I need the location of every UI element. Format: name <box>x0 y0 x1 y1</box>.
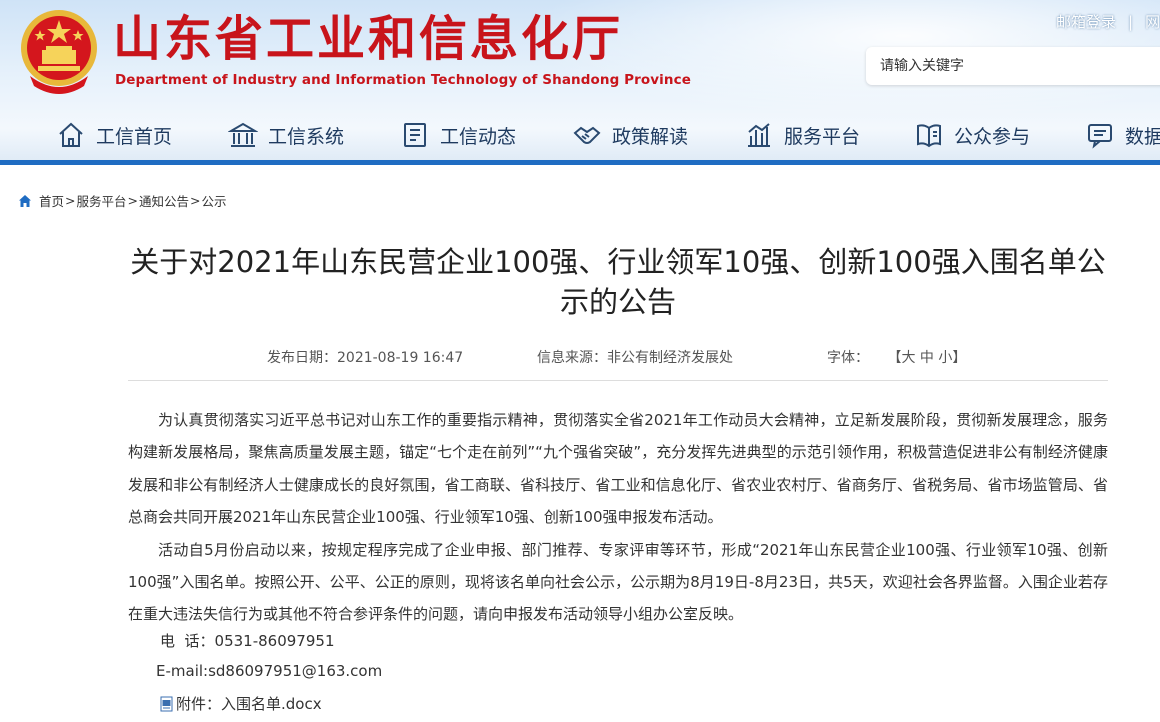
breadcrumb: 首页 > 服务平台 > 通知公告 > 公示 <box>18 191 227 210</box>
nav-item-public[interactable]: 公众参与 <box>914 110 1030 160</box>
phone-label: 电 话： <box>160 632 215 650</box>
article-title: 关于对2021年山东民营企业100强、行业领军10强、创新100强入围名单公示的… <box>130 245 1106 319</box>
font-size-medium-button[interactable]: 中 <box>920 350 934 366</box>
attachment-link[interactable]: 入围名单.docx <box>221 693 322 714</box>
info-source-value: 非公有制经济发展处 <box>607 350 733 366</box>
font-size-large-button[interactable]: 大 <box>901 350 915 366</box>
platform-icon <box>748 123 770 147</box>
publish-date-label: 发布日期： <box>267 350 337 366</box>
nav-item-data[interactable]: 数据 <box>1085 110 1160 160</box>
nav-item-label: 公众参与 <box>954 125 1031 148</box>
national-emblem-icon <box>21 10 97 94</box>
publish-date-value: 2021-08-19 16:47 <box>337 350 464 366</box>
font-bracket-close: 】 <box>952 350 967 366</box>
nav-item-service[interactable]: 服务平台 <box>744 110 860 160</box>
breadcrumb-item-home[interactable]: 首页 <box>39 191 64 210</box>
nav-item-label: 工信首页 <box>96 125 173 148</box>
phone-value: 0531-86097951 <box>214 632 335 650</box>
top-link-separator: | <box>1128 13 1134 31</box>
chat-icon <box>1088 124 1112 149</box>
main-nav: 工信首页 工信系统 工信动态 政策解读 服务平台 公众参与 数据 <box>0 110 1160 160</box>
font-size-control: 字体： 【大 中 小】 <box>827 347 966 367</box>
font-size-label: 字体： <box>827 350 869 366</box>
mail-login-link[interactable]: 邮箱登录 <box>1056 13 1116 31</box>
breadcrumb-separator: > <box>65 193 76 208</box>
font-bracket-open: 【 <box>887 350 902 366</box>
article-body: 为认真贯彻落实习近平总书记对山东工作的重要指示精神，贯彻落实全省2021年工作动… <box>128 404 1108 631</box>
publish-date: 发布日期：2021-08-19 16:47 <box>267 347 463 367</box>
info-source-label: 信息来源： <box>537 350 607 366</box>
site-subtitle: Department of Industry and Information T… <box>115 72 691 88</box>
email-value[interactable]: sd86097951@163.com <box>208 662 382 680</box>
font-size-small-button[interactable]: 小 <box>938 350 952 366</box>
article-paragraph: 活动自5月份启动以来，按规定程序完成了企业申报、部门推荐、专家评审等环节，形成“… <box>128 540 1108 624</box>
article-paragraph: 为认真贯彻落实习近平总书记对山东工作的重要指示精神，贯彻落实全省2021年工作动… <box>128 411 1108 527</box>
nav-item-label: 数据 <box>1125 125 1160 148</box>
breadcrumb-item-notice[interactable]: 通知公告 <box>139 191 189 210</box>
search-box <box>866 47 1160 85</box>
home-icon <box>59 122 83 147</box>
contact-phone: 电 话：0531-86097951 <box>160 630 334 651</box>
site-header: 山东省工业和信息化厅 Department of Industry and In… <box>0 0 1160 165</box>
email-label: E-mail: <box>156 662 209 680</box>
breadcrumb-item-service[interactable]: 服务平台 <box>77 191 127 210</box>
nav-item-home[interactable]: 工信首页 <box>56 110 172 160</box>
meta-divider <box>128 380 1108 381</box>
nav-item-news[interactable]: 工信动态 <box>400 110 516 160</box>
home-icon <box>19 194 31 207</box>
contact-email: E-mail:sd86097951@163.com <box>156 662 382 680</box>
news-icon <box>404 123 426 147</box>
site-title: 山东省工业和信息化厅 <box>113 11 624 67</box>
info-source: 信息来源：非公有制经济发展处 <box>537 347 733 367</box>
nav-item-label: 工信系统 <box>268 125 345 148</box>
handshake-icon <box>573 126 601 144</box>
breadcrumb-item-public[interactable]: 公示 <box>202 191 227 210</box>
nav-item-label: 政策解读 <box>612 125 689 148</box>
top-links: 邮箱登录 | 网 <box>1056 11 1160 32</box>
nav-item-label: 服务平台 <box>784 125 861 148</box>
building-icon <box>228 122 258 147</box>
header-divider <box>0 160 1160 165</box>
book-icon <box>917 124 941 148</box>
attachment-label: 附件： <box>176 695 222 713</box>
search-input[interactable] <box>880 58 1140 74</box>
breadcrumb-separator: > <box>190 193 201 208</box>
nav-item-policy[interactable]: 政策解读 <box>572 110 688 160</box>
document-icon <box>160 696 173 711</box>
top-link-2[interactable]: 网 <box>1145 13 1160 31</box>
nav-item-label: 工信动态 <box>440 125 517 148</box>
breadcrumb-separator: > <box>127 193 138 208</box>
nav-item-system[interactable]: 工信系统 <box>228 110 344 160</box>
attachment: 附件： 入围名单.docx <box>160 693 322 714</box>
